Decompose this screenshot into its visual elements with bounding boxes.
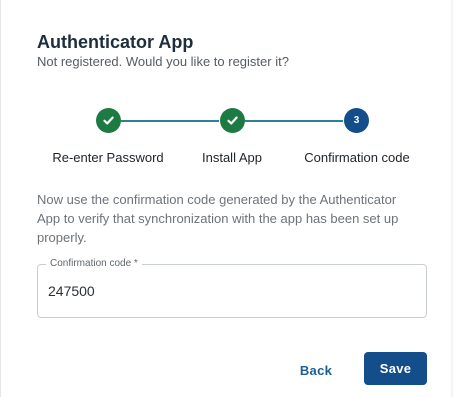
stepper-connector-2 xyxy=(245,120,343,122)
confirmation-code-input[interactable] xyxy=(48,283,408,299)
save-button[interactable]: Save xyxy=(364,352,427,385)
step-label-confirmation-code: Confirmation code xyxy=(304,150,410,165)
step-label-install-app: Install App xyxy=(202,150,262,165)
check-icon xyxy=(103,116,114,125)
authenticator-panel: Authenticator App Not registered. Would … xyxy=(0,0,451,397)
back-button[interactable]: Back xyxy=(290,356,342,384)
check-icon xyxy=(227,116,238,125)
step-3-number: 3 xyxy=(353,114,360,126)
confirmation-code-label: Confirmation code * xyxy=(46,257,142,271)
stepper-connector-1 xyxy=(121,120,219,122)
step-3-indicator: 3 xyxy=(344,108,369,133)
confirmation-code-field: Confirmation code * xyxy=(37,257,427,318)
step-1-indicator xyxy=(96,108,121,133)
step-2-indicator xyxy=(220,108,245,133)
instruction-text: Now use the confirmation code generated … xyxy=(37,192,399,245)
registration-status-text: Not registered. Would you like to regist… xyxy=(37,54,289,69)
step-label-re-enter-password: Re-enter Password xyxy=(52,150,164,165)
page-title: Authenticator App xyxy=(37,32,194,52)
